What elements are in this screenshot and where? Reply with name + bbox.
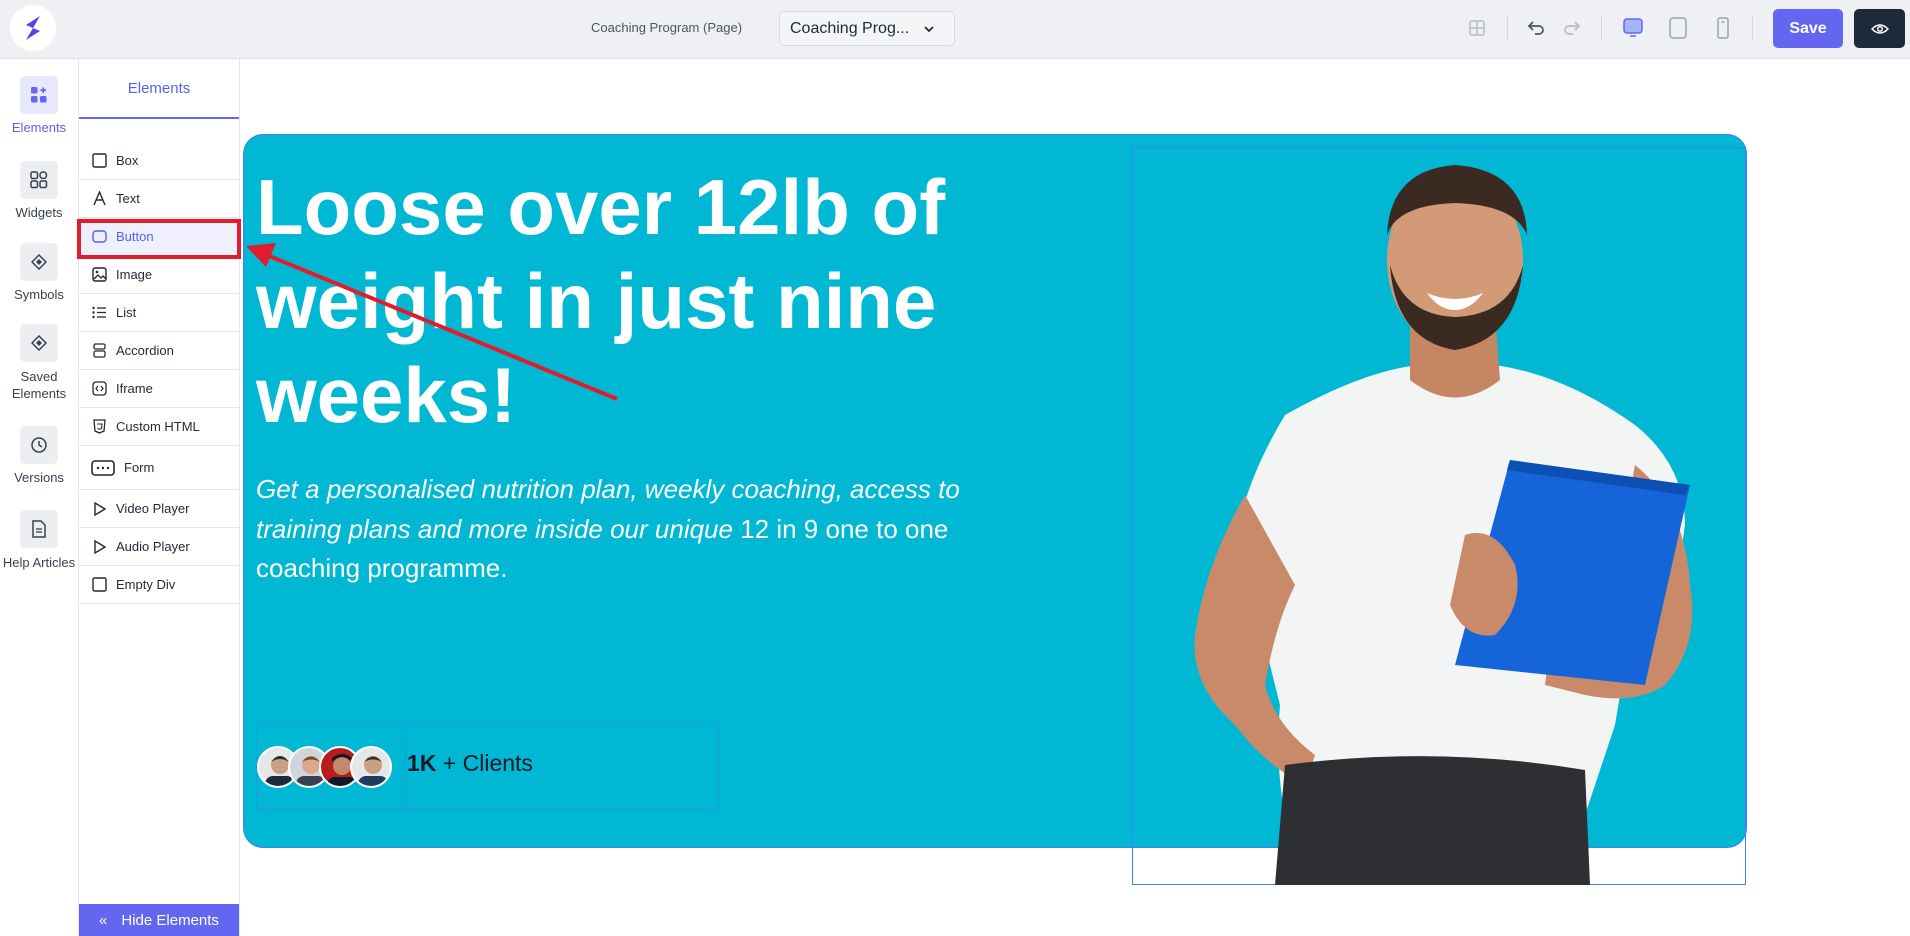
clients-label: + Clients <box>436 750 533 776</box>
text-icon <box>91 191 107 207</box>
element-label: Audio Player <box>116 539 190 554</box>
annotation-highlight-box <box>77 219 241 259</box>
element-item-iframe[interactable]: Iframe <box>79 370 239 408</box>
element-item-custom-html[interactable]: Custom HTML <box>79 408 239 446</box>
rail-label: Versions <box>14 470 64 485</box>
video-player-icon <box>91 501 107 517</box>
rail-item-help-articles[interactable]: Help Articles <box>0 510 78 571</box>
element-item-box[interactable]: Box <box>79 142 239 180</box>
element-item-audio-player[interactable]: Audio Player <box>79 528 239 566</box>
hero-headline[interactable]: Loose over 12lb of weight in just nine w… <box>256 160 1016 442</box>
element-label: Text <box>116 191 140 206</box>
box-icon <box>91 153 107 169</box>
element-item-list[interactable]: List <box>79 294 239 332</box>
element-label: Custom HTML <box>116 419 200 434</box>
element-label: Empty Div <box>116 577 176 592</box>
elements-panel: Elements Box Text Button Image List Acco… <box>79 59 240 936</box>
undo-icon[interactable] <box>1523 15 1549 41</box>
clients-divider <box>405 722 406 810</box>
rail-item-versions[interactable]: Versions <box>0 426 78 485</box>
element-label: Box <box>116 153 139 168</box>
top-bar: Coaching Program (Page) Coaching Prog...… <box>0 0 1910 59</box>
rail-item-widgets[interactable]: Widgets <box>0 161 78 220</box>
preview-button[interactable] <box>1854 9 1905 48</box>
element-item-accordion[interactable]: Accordion <box>79 332 239 370</box>
double-chevron-left-icon: « <box>99 911 108 929</box>
rail-label: Help Articles <box>2 555 76 570</box>
page-select[interactable]: Coaching Prog... <box>779 11 955 46</box>
panel-title[interactable]: Elements <box>79 59 239 119</box>
logo-icon <box>26 16 40 40</box>
saved-elements-icon <box>20 324 58 362</box>
element-item-image[interactable]: Image <box>79 256 239 294</box>
element-label: Form <box>124 460 155 475</box>
element-item-video-player[interactable]: Video Player <box>79 490 239 528</box>
coach-photo[interactable] <box>1165 165 1745 885</box>
clients-number: 1K <box>407 750 437 776</box>
grid-icon[interactable] <box>1464 15 1490 41</box>
element-label: Image <box>116 267 153 282</box>
tablet-view-icon[interactable] <box>1665 15 1691 41</box>
element-label: List <box>116 305 137 320</box>
toolbar-divider <box>1752 16 1753 40</box>
elements-list: Box Text Button Image List Accordion Ifr… <box>79 142 239 604</box>
empty-div-icon <box>91 577 107 593</box>
custom-html-icon <box>91 419 107 435</box>
rail-label: Symbols <box>14 287 64 302</box>
element-item-empty-div[interactable]: Empty Div <box>79 566 239 604</box>
element-label: Iframe <box>116 381 153 396</box>
list-icon <box>91 305 107 321</box>
element-label: Accordion <box>116 343 174 358</box>
toolbar-divider <box>1507 16 1508 40</box>
chevron-down-icon <box>924 26 934 33</box>
mobile-view-icon[interactable] <box>1710 15 1736 41</box>
desktop-view-icon[interactable] <box>1620 15 1646 41</box>
form-icon <box>91 459 115 476</box>
image-icon <box>91 267 107 283</box>
elements-icon <box>20 76 58 114</box>
eye-icon <box>1870 23 1889 34</box>
element-label: Video Player <box>116 501 190 516</box>
hero-subtext[interactable]: Get a personalised nutrition plan, weekl… <box>256 470 1016 589</box>
accordion-icon <box>91 343 107 359</box>
element-item-form[interactable]: Form <box>79 446 239 490</box>
element-item-text[interactable]: Text <box>79 180 239 218</box>
app-logo[interactable] <box>10 5 56 51</box>
versions-icon <box>20 426 58 464</box>
hide-elements-label: Hide Elements <box>121 911 219 929</box>
rail-item-saved-elements[interactable]: Saved Elements <box>0 324 78 402</box>
redo-icon[interactable] <box>1559 15 1585 41</box>
page-name: Coaching Program (Page) <box>591 20 743 35</box>
page-select-value: Coaching Prog... <box>790 19 910 37</box>
hide-elements-button[interactable]: « Hide Elements <box>79 904 239 936</box>
clients-count[interactable]: 1K + Clients <box>407 750 533 777</box>
avatar <box>350 746 392 788</box>
rail-label: Saved Elements <box>11 369 67 401</box>
iframe-icon <box>91 381 107 397</box>
symbols-icon <box>20 243 58 281</box>
rail-item-symbols[interactable]: Symbols <box>0 243 78 302</box>
help-articles-icon <box>20 510 58 548</box>
widgets-icon <box>20 161 58 199</box>
rail-label: Elements <box>11 120 67 135</box>
save-button[interactable]: Save <box>1773 9 1843 48</box>
rail-item-elements[interactable]: Elements <box>0 76 78 135</box>
rail-label: Widgets <box>15 205 63 220</box>
left-rail: Elements Widgets Symbols Saved Elements … <box>0 59 79 936</box>
toolbar-divider <box>1601 16 1602 40</box>
audio-player-icon <box>91 539 107 555</box>
